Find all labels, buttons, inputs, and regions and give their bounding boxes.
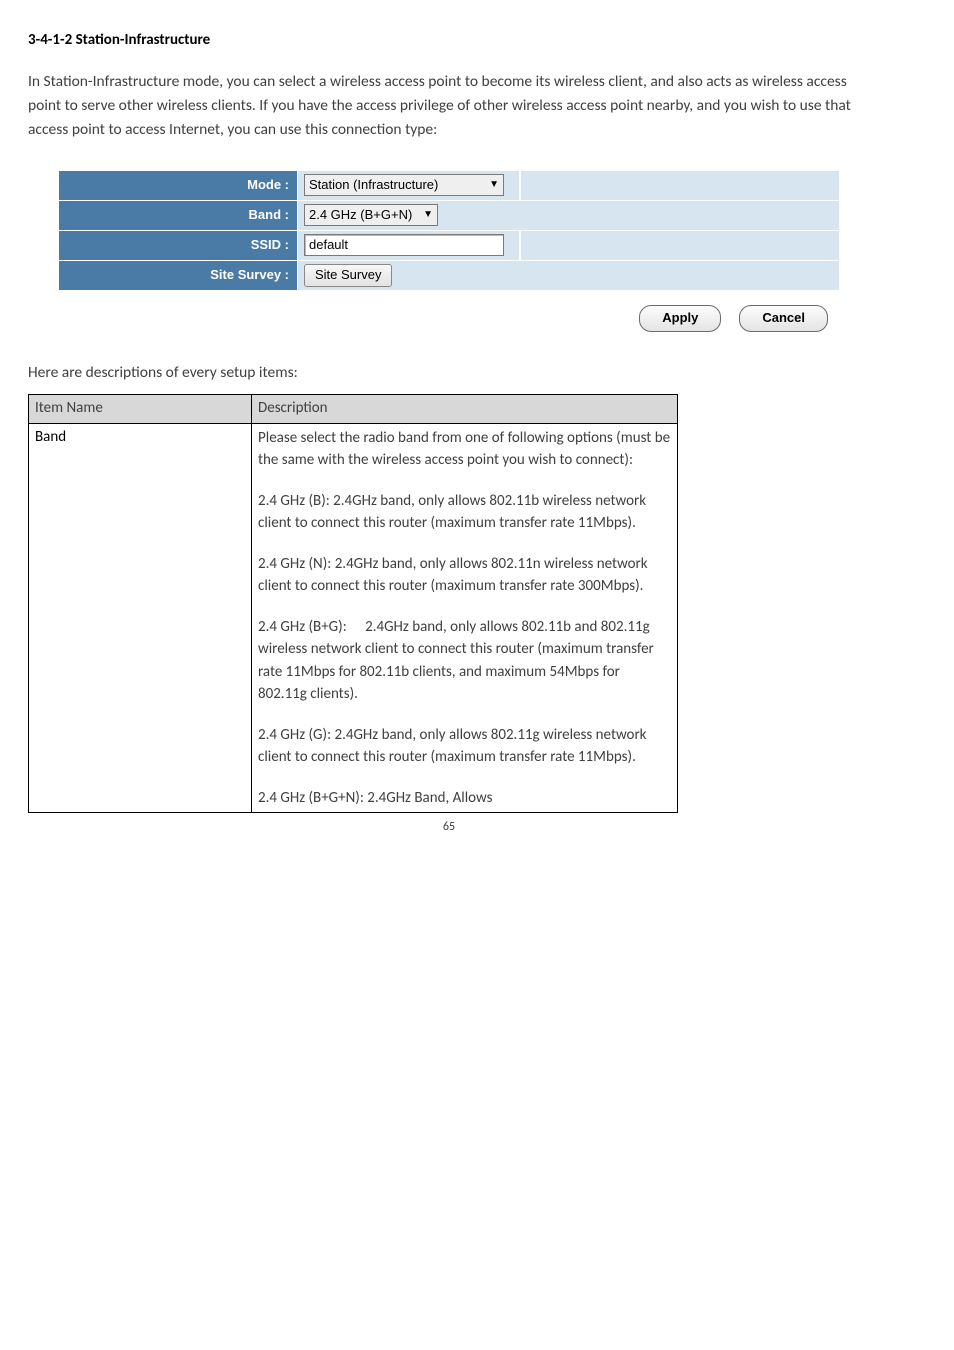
mode-label: Mode : xyxy=(59,170,298,200)
section-heading: 3-4-1-2 Station-Infrastructure xyxy=(28,30,870,52)
site-survey-button[interactable]: Site Survey xyxy=(304,264,392,287)
action-button-row: Apply Cancel xyxy=(58,305,840,332)
table-row: Band Please select the radio band from o… xyxy=(29,423,678,813)
mode-select[interactable]: Station (Infrastructure) ▼ xyxy=(304,174,504,196)
desc-paragraph: 2.4 GHz (B+G): 2.4GHz band, only allows … xyxy=(258,616,671,706)
chevron-down-icon: ▼ xyxy=(489,178,499,193)
mode-select-value: Station (Infrastructure) xyxy=(309,176,438,195)
item-name-cell: Band xyxy=(29,423,252,813)
desc-paragraph: Please select the radio band from one of… xyxy=(258,427,671,472)
cancel-button[interactable]: Cancel xyxy=(739,305,828,332)
cancel-button-label: Cancel xyxy=(762,309,805,328)
band-select[interactable]: 2.4 GHz (B+G+N) ▼ xyxy=(304,204,438,226)
band-select-value: 2.4 GHz (B+G+N) xyxy=(309,206,412,225)
page-number: 65 xyxy=(28,819,870,836)
desc-paragraph: 2.4 GHz (G): 2.4GHz band, only allows 80… xyxy=(258,724,671,769)
ssid-label: SSID : xyxy=(59,230,298,260)
band-label: Band : xyxy=(59,200,298,230)
ssid-input-value: default xyxy=(309,236,348,255)
desc-paragraph: 2.4 GHz (B): 2.4GHz band, only allows 80… xyxy=(258,490,671,535)
desc-paragraph: 2.4 GHz (B+G+N): 2.4GHz Band, Allows xyxy=(258,787,671,810)
item-description-cell: Please select the radio band from one of… xyxy=(252,423,678,813)
settings-table: Mode : Station (Infrastructure) ▼ Band :… xyxy=(58,170,840,291)
descriptions-table: Item Name Description Band Please select… xyxy=(28,394,678,813)
desc-paragraph: 2.4 GHz (N): 2.4GHz band, only allows 80… xyxy=(258,553,671,598)
apply-button-label: Apply xyxy=(662,309,698,328)
apply-button[interactable]: Apply xyxy=(639,305,721,332)
intro-paragraph: In Station-Infrastructure mode, you can … xyxy=(28,70,870,142)
site-survey-label: Site Survey : xyxy=(59,260,298,290)
descriptions-intro: Here are descriptions of every setup ite… xyxy=(28,362,870,384)
chevron-down-icon: ▼ xyxy=(423,208,433,223)
site-survey-button-label: Site Survey xyxy=(315,266,381,285)
ssid-input[interactable]: default xyxy=(304,234,504,256)
table-header-item: Item Name xyxy=(29,395,252,424)
table-header-description: Description xyxy=(252,395,678,424)
